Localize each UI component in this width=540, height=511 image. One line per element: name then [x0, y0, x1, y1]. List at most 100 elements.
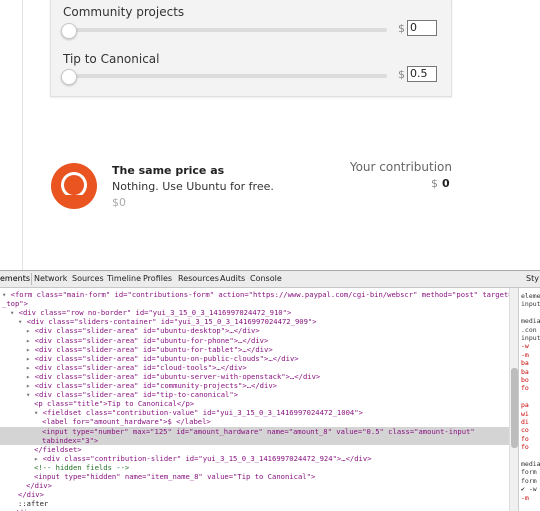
dom-node[interactable]: ▸ <div class="slider-area" id="ubuntu-de… — [26, 326, 260, 335]
dom-node[interactable]: ▾ <div class="slider-area" id="tip-to-ca… — [26, 390, 238, 399]
dom-node-text: </div> — [18, 490, 44, 500]
collapse-triangle-icon[interactable]: ▸ — [26, 363, 35, 372]
dom-node-text: <div class="slider-area" id="tip-to-cano… — [34, 390, 239, 400]
dom-node-text: <div class="slider-area" id="ubuntu-for-… — [34, 344, 273, 354]
page-left-gutter — [0, 0, 23, 270]
dom-node-text: <div class="slider-area" id="community-p… — [34, 381, 277, 390]
tab-resources[interactable]: Resources — [178, 274, 219, 283]
slider-thumb-community-projects[interactable] — [61, 23, 77, 39]
dom-node[interactable]: ▸ <div class="slider-area" id="cloud-too… — [26, 363, 247, 372]
style-rule-line: eleme — [521, 292, 540, 300]
dom-node-text: <input type="number" max="125" id="amoun… — [42, 426, 475, 436]
style-rule-line: media — [521, 460, 540, 468]
style-rule-line: co — [521, 426, 529, 435]
promo-title: The same price as — [112, 164, 225, 177]
style-rule-line: -m — [521, 493, 529, 502]
currency-label: $ — [398, 68, 405, 81]
dom-node[interactable]: </fieldset> — [34, 445, 82, 454]
dom-node[interactable]: <label for="amount_hardware">$ </label> — [42, 417, 211, 426]
promo-subtitle: Nothing. Use Ubuntu for free. — [112, 180, 274, 193]
dom-node-text: ::after — [18, 499, 49, 509]
style-rule-line: -m — [521, 350, 529, 359]
dom-node[interactable]: <p class="title">Tip to Canonical</p> — [34, 399, 194, 408]
amount-input-tip-to-canonical[interactable]: 0.5 — [407, 66, 437, 82]
dom-node[interactable]: <!-- hidden fields --> — [34, 463, 129, 472]
expand-triangle-icon[interactable]: ▾ — [34, 408, 43, 417]
style-rule-line: input — [521, 334, 540, 342]
styles-pane: eleme input media .con input -w -m ba ba bo … — [518, 288, 540, 511]
dom-node-selected[interactable]: <input type="number" max="125" id="amoun… — [0, 426, 518, 436]
slider-label-tip-to-canonical: Tip to Canonical — [63, 52, 160, 66]
expand-triangle-icon[interactable]: ▾ — [2, 290, 11, 299]
collapse-triangle-icon[interactable]: ▸ — [26, 381, 35, 390]
style-rule-line: bo — [521, 376, 529, 384]
style-rule-line: ba — [521, 367, 529, 376]
web-page: Community projects $ 0 Tip to Canonical … — [0, 0, 540, 270]
collapse-triangle-icon[interactable]: ▸ — [26, 345, 35, 354]
style-rule-line: pa — [521, 401, 529, 410]
style-rule-line: input — [521, 300, 540, 309]
dom-node[interactable]: </div> — [18, 490, 44, 499]
style-rule-line: fo — [521, 434, 529, 443]
dom-node[interactable]: ▾ <form class="main-form" id="contributi… — [2, 290, 517, 299]
dom-node[interactable]: ▸ <div class="slider-area" id="ubuntu-fo… — [26, 345, 273, 354]
slider-label-community-projects: Community projects — [63, 5, 185, 19]
dom-node-text: <form class="main-form" id="contribution… — [10, 290, 517, 299]
collapse-triangle-icon[interactable]: ▸ — [26, 326, 35, 335]
dom-node-text: <input type="hidden" name="item_name_8" … — [34, 472, 316, 481]
dom-node-text: </fieldset> — [34, 444, 82, 454]
tab-console[interactable]: Console — [250, 274, 282, 283]
dom-node-text: <div class="slider-area" id="ubuntu-desk… — [34, 326, 260, 336]
elements-tree[interactable]: ▾ <form class="main-form" id="contributi… — [0, 288, 518, 511]
dom-node-selected[interactable]: tabindex="3"> — [0, 435, 518, 445]
style-rule-line: di — [521, 418, 529, 426]
dom-node-text: <fieldset class="contribution-value" id=… — [42, 408, 363, 418]
dom-node[interactable]: ▸ <div class="slider-area" id="ubuntu-fo… — [26, 336, 268, 345]
dom-node[interactable]: ▸ <div class="slider-area" id="community… — [26, 381, 277, 390]
dom-node[interactable]: ▾ <div class="sliders-container" id="yui… — [18, 317, 317, 326]
collapse-triangle-icon[interactable]: ▸ — [26, 372, 35, 381]
dom-node[interactable]: ▸ <div class="slider-area" id="ubuntu-se… — [26, 372, 320, 381]
dom-node[interactable]: ▾ <div class="row no-border" id="yui_3_1… — [10, 308, 291, 317]
style-rule-line: fo — [521, 443, 529, 452]
dom-node-text: <div class="slider-area" id="ubuntu-on-p… — [34, 353, 299, 363]
devtools-panel: ements Network Sources Timeline Profiles… — [0, 270, 540, 511]
dom-node-text: <div class="sliders-container" id="yui_3… — [26, 317, 317, 327]
dom-node[interactable]: ▾ <fieldset class="contribution-value" i… — [34, 408, 363, 417]
collapse-triangle-icon[interactable]: ▸ — [26, 336, 35, 345]
tab-timeline[interactable]: Timeline — [107, 274, 141, 283]
dom-node-text: <div class="slider-area" id="ubuntu-serv… — [34, 371, 321, 381]
collapse-triangle-icon[interactable]: ▸ — [26, 354, 35, 363]
dom-node[interactable]: ▸ <div class="slider-area" id="ubuntu-on… — [26, 354, 299, 363]
tab-network[interactable]: Network — [34, 274, 67, 283]
dom-node-text: <div class="contribution-slider" id="yui… — [42, 453, 372, 463]
expand-triangle-icon[interactable]: ▾ — [18, 317, 27, 326]
dom-node[interactable]: </div> — [26, 481, 52, 490]
tab-sources[interactable]: Sources — [72, 274, 104, 283]
style-rule-line: form — [521, 468, 537, 477]
tab-audits[interactable]: Audits — [220, 274, 245, 283]
dom-node-text: <div class="row no-border" id="yui_3_15_… — [18, 308, 292, 318]
ubuntu-circle-logo-icon — [51, 163, 97, 209]
dom-node[interactable]: ▸ <div class="contribution-slider" id="y… — [34, 454, 372, 463]
expand-triangle-icon[interactable]: ▾ — [26, 390, 35, 399]
slider-thumb-tip-to-canonical[interactable] — [61, 69, 77, 85]
slider-track-community-projects[interactable] — [65, 28, 387, 32]
style-rule-line: -w — [521, 342, 529, 351]
tab-elements[interactable]: ements — [0, 274, 30, 283]
tab-styles[interactable]: Sty — [526, 274, 539, 283]
expand-triangle-icon[interactable]: ▾ — [10, 308, 19, 317]
tab-profiles[interactable]: Profiles — [143, 274, 172, 283]
style-rule-line: fo — [521, 384, 529, 393]
amount-input-community-projects[interactable]: 0 — [407, 20, 437, 36]
contribution-total: 0 — [442, 177, 450, 190]
elements-scrollbar-thumb[interactable] — [511, 368, 518, 448]
devtools-tabbar: ements Network Sources Timeline Profiles… — [0, 271, 540, 288]
dom-node[interactable]: _top"> — [2, 299, 28, 308]
style-rule-line: ✔ -w — [521, 485, 537, 494]
dom-node[interactable]: <input type="hidden" name="item_name_8" … — [34, 472, 315, 481]
dom-node[interactable]: ::after — [18, 499, 48, 508]
collapse-triangle-icon[interactable]: ▸ — [34, 454, 43, 463]
style-rule-line: form — [521, 476, 537, 485]
slider-track-tip-to-canonical[interactable] — [65, 74, 387, 78]
